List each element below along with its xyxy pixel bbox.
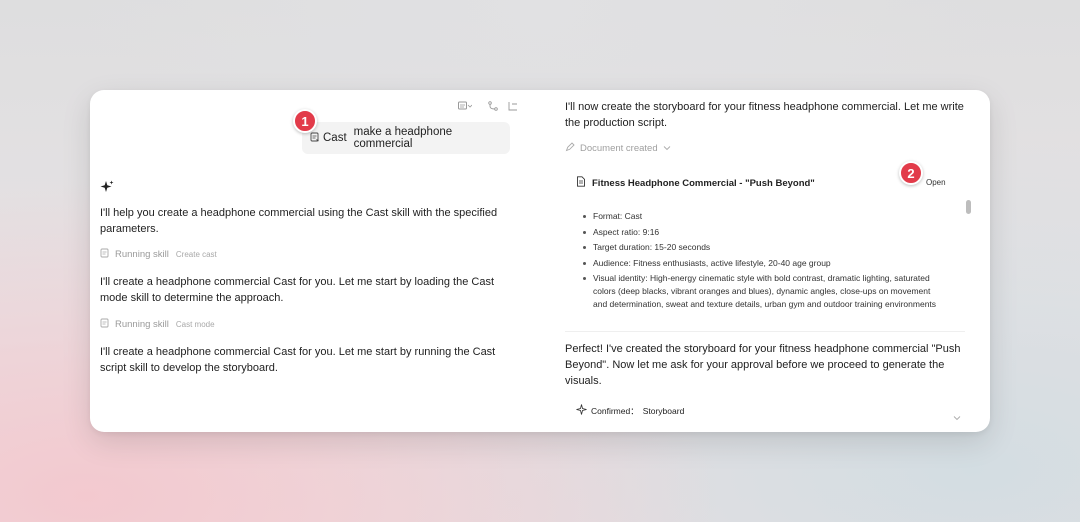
chevron-down-icon [663,143,671,154]
note-icon[interactable] [458,100,472,112]
user-message-text: make a headphone commercial [353,126,453,150]
skill-icon [100,318,110,331]
running-skill-name: Cast mode [175,320,215,329]
skill-label: Cast [323,132,347,144]
collapse-icon[interactable] [508,100,518,112]
step-badge-2: 2 [899,161,923,185]
document-created-status[interactable]: Document created [565,142,671,155]
left-pane: Cast make a headphone commercial 1 I'll … [90,90,530,432]
sparkle-icon [576,404,587,417]
assistant-message-2: I'll create a headphone commercial Cast … [100,276,495,304]
list-item: Target duration: 15-20 seconds [583,241,943,254]
list-item: Visual identity: High-energy cinematic s… [583,272,943,311]
branch-icon[interactable] [488,100,498,112]
assistant-message-3: I'll create a headphone commercial Cast … [100,346,496,374]
running-skill-1[interactable]: Running skill Create cast [100,248,217,261]
skill-icon [100,248,110,261]
confirmed-label: Confirmed： [591,405,639,416]
sparkle-icon [100,180,114,199]
document-content: Format: Cast Aspect ratio: 9:16 Target d… [583,210,943,314]
list-item: Aspect ratio: 9:16 [583,226,943,239]
running-skill-name: Create cast [175,250,217,259]
assistant-storyboard-intro: I'll now create the storyboard for your … [565,101,964,129]
list-item: Format: Cast [583,210,943,223]
divider [565,331,965,332]
document-title: Fitness Headphone Commercial - "Push Bey… [592,177,815,189]
document-icon [576,176,586,190]
chevron-down-icon[interactable] [953,408,961,426]
confirmed-value: Storyboard [642,405,685,416]
step-badge-1: 1 [293,109,317,133]
skill-icon [310,132,320,145]
user-message-bubble: Cast make a headphone commercial [302,122,510,154]
skill-chip[interactable]: Cast [310,132,347,145]
assistant-intro: I'll help you create a headphone commerc… [100,207,498,235]
open-document-button[interactable]: Open [926,178,946,187]
pen-icon [565,142,575,155]
running-skill-2[interactable]: Running skill Cast mode [100,318,215,331]
chat-window: Cast make a headphone commercial 1 I'll … [90,90,990,432]
document-created-label: Document created [580,143,658,154]
running-skill-label: Running skill [115,319,169,330]
document-scrollbar[interactable] [966,200,971,214]
right-pane: I'll now create the storyboard for your … [554,90,990,432]
list-item: Audience: Fitness enthusiasts, active li… [583,257,943,270]
running-skill-label: Running skill [115,249,169,260]
confirmed-status[interactable]: Confirmed： Storyboard [576,404,684,417]
assistant-summary: Perfect! I've created the storyboard for… [565,343,961,387]
